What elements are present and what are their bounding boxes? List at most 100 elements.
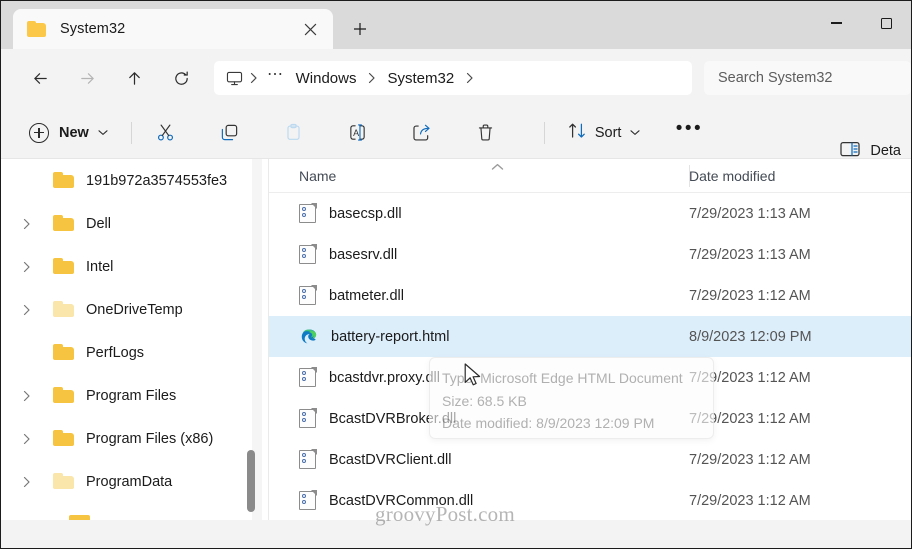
cut-icon[interactable] [146, 116, 186, 150]
chevron-right-icon[interactable] [362, 72, 381, 84]
address-bar[interactable]: ⋯ Windows System32 [214, 61, 692, 95]
file-name-cell: batmeter.dll [269, 285, 689, 305]
chevron-right-icon[interactable] [13, 383, 39, 409]
see-more-button[interactable]: ••• [667, 117, 711, 149]
sidebar-item-label: Intel [86, 258, 114, 275]
folder-tree: 191b972a3574553fe3 Dell Intel OneDriveTemp P… [1, 159, 268, 503]
sidebar-item-program-files-x86[interactable]: Program Files (x86) [1, 417, 268, 460]
file-row[interactable]: bcastdvr.proxy.dll 7/29/2023 1:12 AM [269, 357, 911, 398]
sidebar-item-label: 191b972a3574553fe3 [86, 172, 228, 189]
dll-file-icon [299, 244, 317, 264]
paste-icon[interactable] [274, 116, 314, 150]
search-input[interactable]: Search System32 [704, 61, 911, 95]
sidebar-item-191b972a3574553fe3[interactable]: 191b972a3574553fe3 [1, 159, 268, 202]
file-name-cell: BcastDVRBroker.dll [269, 408, 689, 428]
folder-icon [53, 344, 75, 361]
divider [130, 121, 132, 144]
navigation-pane: 191b972a3574553fe3 Dell Intel OneDriveTemp P… [1, 159, 269, 520]
breadcrumb-system32[interactable]: System32 [381, 67, 460, 90]
dll-file-icon [299, 449, 317, 469]
new-button[interactable]: New [21, 117, 117, 149]
file-name-cell: battery-report.html [269, 327, 689, 346]
view-details-label: Deta [870, 143, 901, 159]
this-pc-icon[interactable] [226, 70, 244, 86]
share-icon[interactable] [402, 116, 442, 150]
column-divider[interactable] [689, 165, 690, 187]
chevron-down-icon [98, 129, 108, 136]
folder-icon [53, 172, 75, 189]
refresh-icon[interactable] [164, 61, 198, 95]
file-row[interactable]: batmeter.dll 7/29/2023 1:12 AM [269, 275, 911, 316]
file-row[interactable]: BcastDVRClient.dll 7/29/2023 1:12 AM [269, 439, 911, 480]
forward-arrow-icon[interactable] [70, 61, 104, 95]
column-header-name[interactable]: Name [269, 168, 689, 184]
back-arrow-icon[interactable] [23, 61, 57, 95]
close-icon[interactable] [297, 16, 323, 42]
sidebar-item-label: ProgramData [86, 473, 173, 490]
sidebar-item-label: Dell [86, 215, 111, 232]
file-row[interactable]: basecsp.dll 7/29/2023 1:13 AM [269, 193, 911, 234]
tab-strip: System32 [1, 1, 379, 49]
sidebar-item-perflogs[interactable]: PerfLogs [1, 331, 268, 374]
chevron-right-icon[interactable] [13, 254, 39, 280]
file-name-cell: basecsp.dll [269, 203, 689, 223]
chevron-right-icon[interactable] [13, 469, 39, 495]
sidebar-item-programdata[interactable]: ProgramData [1, 460, 268, 503]
rename-icon[interactable]: A [338, 116, 378, 150]
chevron-right-icon[interactable] [244, 72, 263, 84]
breadcrumb-overflow-icon[interactable]: ⋯ [263, 66, 290, 86]
new-tab-button[interactable] [341, 12, 379, 46]
folder-icon [53, 215, 75, 232]
dll-file-icon [299, 285, 317, 305]
sidebar-item-intel[interactable]: Intel [1, 245, 268, 288]
folder-icon [53, 258, 75, 275]
sidebar-item-label: Program Files (x86) [86, 430, 214, 447]
folder-icon [53, 430, 75, 447]
delete-icon[interactable] [466, 116, 506, 150]
edge-html-file-icon [299, 327, 318, 346]
file-rows: basecsp.dll 7/29/2023 1:13 AM basesrv.dll 7… [269, 193, 911, 521]
divider [543, 121, 545, 144]
folder-icon [53, 473, 75, 490]
dll-file-icon [299, 203, 317, 223]
file-name-cell: BcastDVRCommon.dll [269, 490, 689, 510]
minimize-icon[interactable] [811, 1, 861, 45]
folder-icon [27, 20, 47, 38]
sidebar-item-program-files[interactable]: Program Files [1, 374, 268, 417]
chevron-right-icon[interactable] [13, 211, 39, 237]
file-row[interactable]: basesrv.dll 7/29/2023 1:13 AM [269, 234, 911, 275]
file-name-label: basesrv.dll [329, 246, 398, 263]
file-name-label: batmeter.dll [329, 287, 404, 304]
maximize-icon[interactable] [861, 1, 911, 45]
tab-system32[interactable]: System32 [13, 9, 333, 49]
column-header-date-modified[interactable]: Date modified [689, 168, 775, 184]
chevron-right-icon[interactable] [13, 297, 39, 323]
sort-button[interactable]: Sort [559, 117, 650, 149]
column-headers: Name Date modified [269, 159, 911, 193]
sidebar-item-dell[interactable]: Dell [1, 202, 268, 245]
file-row[interactable]: BcastDVRCommon.dll 7/29/2023 1:12 AM [269, 480, 911, 521]
sidebar-item-onedrivetemp[interactable]: OneDriveTemp [1, 288, 268, 331]
sidebar-item-label: OneDriveTemp [86, 301, 183, 318]
plus-icon [29, 122, 49, 143]
up-arrow-icon[interactable] [117, 61, 151, 95]
breadcrumb-windows[interactable]: Windows [290, 67, 363, 90]
sidebar-scrollbar-thumb[interactable] [247, 450, 255, 512]
file-row[interactable]: BcastDVRBroker.dll 7/29/2023 1:12 AM [269, 398, 911, 439]
sidebar-scrollbar-track[interactable] [247, 159, 262, 520]
chevron-right-icon[interactable] [460, 72, 479, 84]
dll-file-icon [299, 490, 317, 510]
file-name-label: BcastDVRClient.dll [329, 451, 452, 468]
sort-button-label: Sort [594, 124, 622, 141]
file-date-modified: 7/29/2023 1:13 AM [689, 246, 811, 263]
file-row[interactable]: battery-report.html 8/9/2023 12:09 PM [269, 316, 911, 357]
folder-icon [53, 387, 75, 404]
file-name-label: basecsp.dll [329, 205, 402, 222]
chevron-right-icon[interactable] [13, 426, 39, 452]
chevron-down-icon [630, 129, 640, 136]
file-name-label: BcastDVRCommon.dll [329, 492, 474, 509]
new-button-label: New [59, 124, 89, 141]
svg-text:A: A [353, 128, 359, 138]
copy-icon[interactable] [210, 116, 250, 150]
title-bar: System32 [1, 1, 911, 49]
